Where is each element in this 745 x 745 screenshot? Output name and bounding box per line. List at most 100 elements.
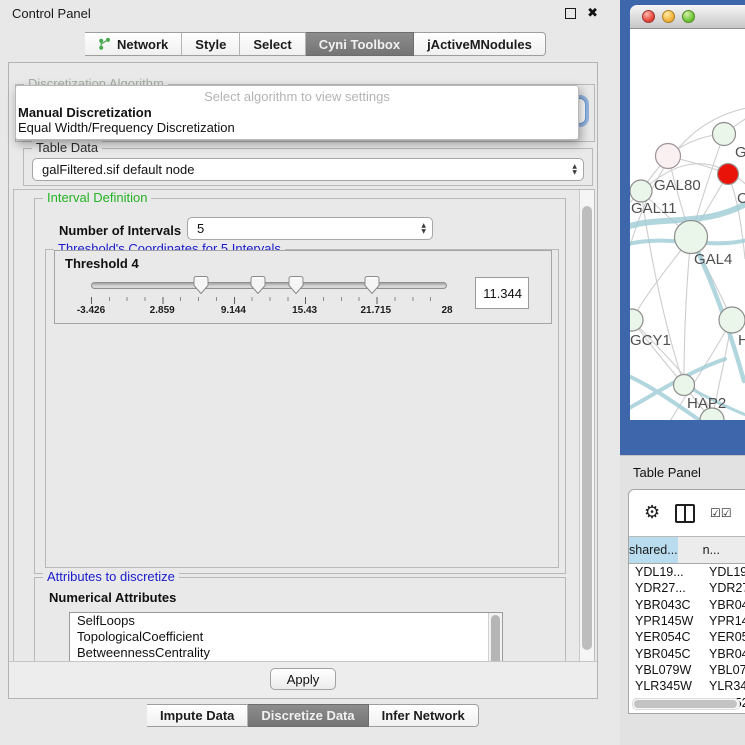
slider-track[interactable] [91, 282, 447, 289]
table-row[interactable]: YLR345W YLR345W [629, 678, 745, 694]
slider-ticks [91, 297, 447, 304]
window-buttons: ✖ [565, 7, 598, 20]
dropdown-options: Manual Discretization Equal Width/Freque… [16, 105, 578, 135]
node-label: GCY1 [630, 332, 671, 349]
network-tab-icon [98, 37, 111, 51]
interval-definition-group: Interval Definition Number of Intervals … [34, 198, 566, 574]
network-window: GAL80 GAL11 GAL4 GCY1 HAP2 G C H [630, 5, 745, 420]
node-label: GAL80 [654, 177, 701, 194]
group-title-interval-definition: Interval Definition [43, 190, 151, 205]
list-scrollbar[interactable] [488, 613, 502, 664]
table-panel: Table Panel ⚙ ☑☑ shared... n... [620, 455, 745, 745]
node-gal80[interactable] [656, 144, 681, 169]
top-tab-bar: Network Style [85, 32, 546, 56]
table-rows: YDL19... YDL19... YDR27... YDR27... YBR0… [629, 564, 745, 711]
bottom-tab-bar: Impute Data Discretize Data Infer Networ… [147, 704, 479, 727]
vertical-scrollbar[interactable] [579, 190, 594, 663]
close-window-button[interactable] [642, 10, 655, 23]
attribute-items: SelfLoops TopologicalCoefficient Between… [70, 613, 502, 661]
thresholds-group: Threshold's Coordinates for 5 Intervals … [45, 249, 559, 568]
cyni-toolbox-panel: Discretization Algorithm ▲▼ Select algor… [8, 62, 598, 699]
columns-icon[interactable] [675, 504, 695, 523]
zoom-window-button[interactable] [682, 10, 695, 23]
table-row[interactable]: YBL079W YBL079W [629, 662, 745, 678]
numerical-attributes-label: Numerical Attributes [49, 590, 176, 605]
numerical-attributes-list[interactable]: SelfLoops TopologicalCoefficient Between… [69, 612, 503, 664]
table-data-combobox[interactable]: galFiltered.sif default node ▲▼ [32, 158, 584, 181]
tab-cyni-toolbox[interactable]: Cyni Toolbox [306, 32, 414, 56]
table-row[interactable]: YBR043C YBR043C [629, 597, 745, 613]
node-h[interactable] [719, 307, 745, 333]
threshold-slider[interactable]: -3.426 2.859 9.144 15.43 21.715 28 [91, 275, 447, 319]
table-row[interactable]: YDL19... YDL19... [629, 564, 745, 580]
combo-arrows-icon: ▲▼ [572, 164, 577, 175]
list-item[interactable]: SelfLoops [70, 613, 502, 629]
table-row[interactable]: YDR27... YDR27... [629, 580, 745, 596]
group-title-attributes: Attributes to discretize [43, 569, 179, 584]
node-gal11[interactable] [630, 180, 652, 202]
vertical-scrollbar-thumb[interactable] [582, 206, 592, 650]
app-root: Control Panel ✖ Net [0, 0, 745, 745]
slider-thumb[interactable] [251, 276, 266, 294]
control-panel-titlebar: Control Panel ✖ [0, 0, 620, 26]
dropdown-option[interactable]: Manual Discretization [16, 105, 578, 120]
tab-style[interactable]: Style [182, 32, 240, 56]
table-data-group: Table Data galFiltered.sif default node … [23, 148, 593, 186]
node-label: GAL4 [694, 251, 732, 268]
node-selected-red[interactable] [718, 164, 739, 185]
table-panel-title: Table Panel [620, 456, 745, 480]
apply-bar: Apply [9, 661, 597, 698]
network-canvas[interactable]: GAL80 GAL11 GAL4 GCY1 HAP2 G C H [630, 29, 745, 420]
number-of-intervals-combobox[interactable]: 5 ▲▼ [187, 217, 433, 240]
table-row[interactable]: YPR145W YPR145W [629, 613, 745, 629]
node-top-right[interactable] [713, 123, 736, 146]
node-label: GAL11 [631, 200, 677, 217]
tab-impute-data[interactable]: Impute Data [147, 704, 248, 727]
list-scrollbar-thumb[interactable] [491, 615, 500, 664]
column-header[interactable]: n... [678, 537, 745, 563]
dropdown-option[interactable]: Equal Width/Frequency Discretization [16, 120, 578, 135]
list-item[interactable]: BetweennessCentrality [70, 645, 502, 661]
horizontal-scrollbar-thumb[interactable] [634, 700, 737, 708]
slider-thumb[interactable] [365, 276, 380, 294]
control-panel: Control Panel ✖ Net [0, 0, 620, 745]
table-row[interactable]: YER054C YER054C [629, 629, 745, 645]
table-header: shared... n... [629, 536, 745, 564]
tab-discretize-data[interactable]: Discretize Data [248, 704, 368, 727]
tab-infer-network[interactable]: Infer Network [369, 704, 479, 727]
tab-select[interactable]: Select [240, 32, 305, 56]
select-columns-icon[interactable]: ☑☑ [710, 506, 732, 520]
slider-thumb[interactable] [289, 276, 304, 294]
tab-network[interactable]: Network [85, 32, 182, 56]
list-item[interactable]: TopologicalCoefficient [70, 629, 502, 645]
attributes-group: Attributes to discretize Numerical Attri… [34, 577, 566, 664]
node-gal4[interactable] [675, 221, 708, 254]
minimize-window-button[interactable] [662, 10, 675, 23]
node-label-partial: C [737, 190, 745, 207]
dropdown-hint: Select algorithm to view settings [16, 89, 578, 105]
column-header[interactable]: shared... [629, 537, 678, 563]
node-gcy1[interactable] [630, 309, 643, 331]
algorithm-dropdown-popup: Select algorithm to view settings Manual… [15, 85, 579, 140]
node-label-partial: H [738, 332, 745, 349]
close-panel-icon[interactable]: ✖ [587, 7, 598, 20]
panel-title: Control Panel [12, 6, 91, 21]
apply-button[interactable]: Apply [270, 668, 336, 690]
horizontal-scrollbar[interactable] [632, 698, 740, 710]
network-window-frame: GAL80 GAL11 GAL4 GCY1 HAP2 G C H [620, 0, 745, 455]
table-toolbar: ⚙ ☑☑ [629, 490, 745, 536]
threshold-label: Threshold 4 [65, 256, 139, 271]
tab-jactivemnodules[interactable]: jActiveMNodules [414, 32, 546, 56]
slider-thumb[interactable] [194, 276, 209, 294]
group-title-table-data: Table Data [32, 140, 102, 155]
node-label: HAP2 [687, 395, 726, 412]
threshold-value-field[interactable]: 11.344 [475, 277, 529, 309]
float-window-icon[interactable] [565, 8, 576, 19]
table-row[interactable]: YBR045C YBR045C [629, 645, 745, 661]
gear-icon[interactable]: ⚙ [644, 504, 660, 522]
network-window-titlebar[interactable] [630, 5, 745, 29]
settings-scrollpane: Interval Definition Number of Intervals … [13, 189, 595, 664]
node-hap2[interactable] [674, 375, 695, 396]
number-of-intervals-label: Number of Intervals [59, 223, 181, 238]
table-panel-body: ⚙ ☑☑ shared... n... Y [628, 489, 745, 714]
